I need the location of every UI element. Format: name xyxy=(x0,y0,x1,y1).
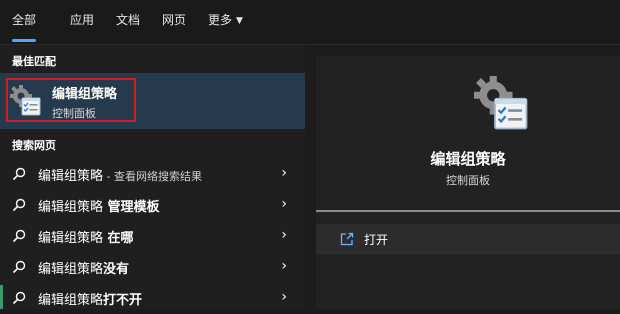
web-result-completion: 管理模板 xyxy=(103,200,160,215)
search-icon xyxy=(12,260,26,274)
web-result-completion: 打不开 xyxy=(103,293,143,308)
search-icon xyxy=(12,198,26,212)
caret-down-icon: ▼ xyxy=(236,16,243,26)
open-icon xyxy=(340,232,354,246)
best-match-title: 编辑组策略 xyxy=(52,87,118,102)
web-result-item[interactable]: 编辑组策略 在哪 › xyxy=(0,221,305,252)
web-result-completion: 没有 xyxy=(103,262,130,277)
chevron-right-icon: › xyxy=(281,165,287,181)
search-filter-tabs: 全部 应用 文档 网页 更多 ▼ xyxy=(0,0,620,45)
results-pane: 最佳匹配 编辑组策略 控制面板 搜索网页 编辑组策略 - 查看网络搜索结果 › xyxy=(0,45,305,309)
tab-all[interactable]: 全部 xyxy=(12,0,37,44)
best-match-item[interactable]: 编辑组策略 控制面板 xyxy=(0,73,305,129)
web-result-suffix: - 查看网络搜索结果 xyxy=(103,170,202,183)
web-result-item[interactable]: 编辑组策略 管理模板 › xyxy=(0,190,305,221)
web-result-query: 编辑组策略 xyxy=(38,293,104,308)
web-result-query: 编辑组策略 xyxy=(38,200,104,215)
divider xyxy=(316,210,620,212)
tab-web[interactable]: 网页 xyxy=(162,0,186,44)
side-accent-bar xyxy=(0,285,3,309)
tab-documents[interactable]: 文档 xyxy=(116,0,140,44)
web-result-completion: 在哪 xyxy=(103,231,134,246)
preview-subtitle: 控制面板 xyxy=(446,174,490,187)
web-result-query: 编辑组策略 xyxy=(38,262,104,277)
web-result-query: 编辑组策略 xyxy=(38,169,104,184)
tab-more[interactable]: 更多 ▼ xyxy=(208,0,243,44)
gpedit-icon xyxy=(474,76,528,130)
chevron-right-icon: › xyxy=(281,227,287,243)
best-match-subtitle: 控制面板 xyxy=(52,107,96,120)
gpedit-icon xyxy=(10,85,41,116)
best-match-heading: 最佳匹配 xyxy=(12,55,56,68)
open-label: 打开 xyxy=(364,233,389,247)
chevron-right-icon: › xyxy=(281,258,287,274)
search-icon xyxy=(12,291,26,305)
search-icon xyxy=(12,229,26,243)
tab-apps[interactable]: 应用 xyxy=(70,0,94,44)
preview-pane: 编辑组策略 控制面板 打开 xyxy=(316,56,620,309)
web-result-item[interactable]: 编辑组策略没有 › xyxy=(0,252,305,283)
web-result-item[interactable]: 编辑组策略打不开 › xyxy=(0,283,305,314)
chevron-right-icon: › xyxy=(281,196,287,212)
web-result-query: 编辑组策略 xyxy=(38,231,104,246)
preview-title: 编辑组策略 xyxy=(430,150,506,168)
web-result-item[interactable]: 编辑组策略 - 查看网络搜索结果 › xyxy=(0,159,305,190)
search-icon xyxy=(12,167,26,181)
open-button[interactable]: 打开 xyxy=(316,224,620,254)
chevron-right-icon: › xyxy=(281,289,287,305)
web-search-heading: 搜索网页 xyxy=(12,139,56,152)
